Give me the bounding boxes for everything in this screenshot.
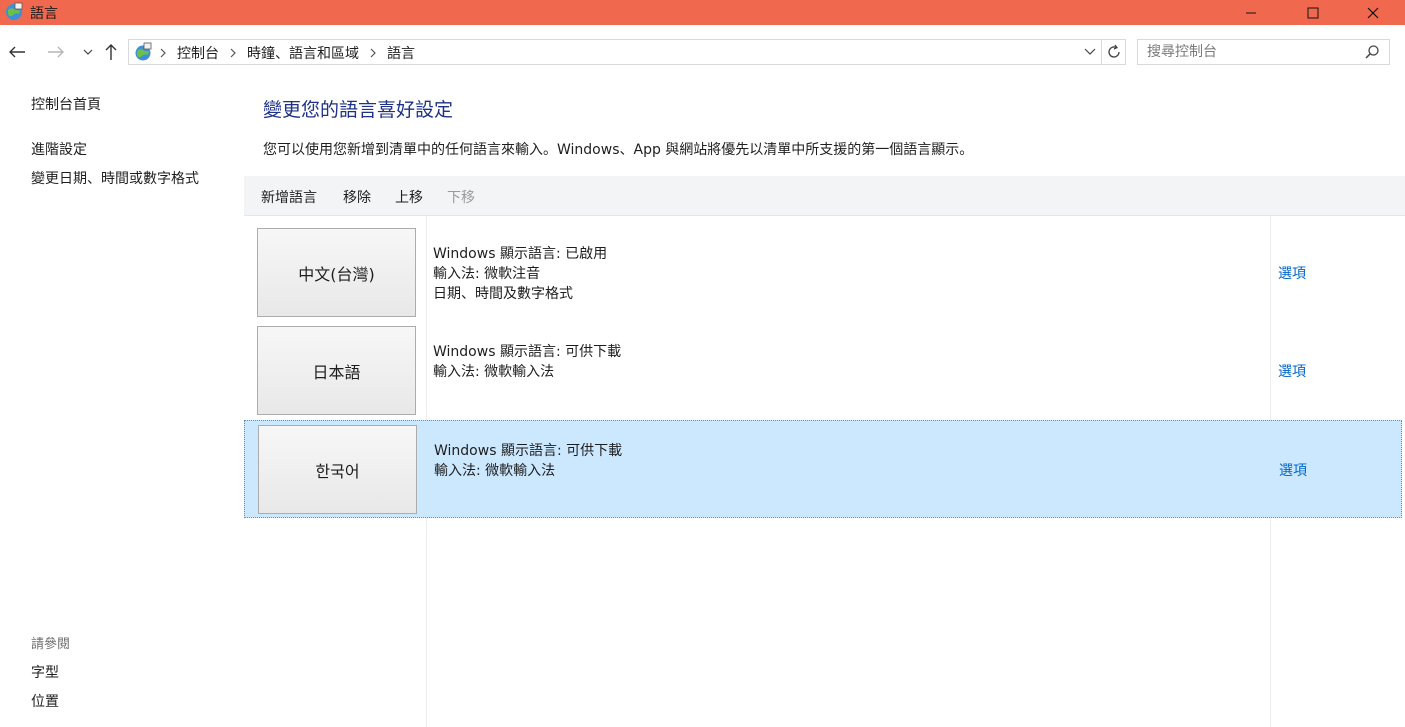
page-description: 您可以使用您新增到清單中的任何語言來輸入。Windows、App 與網站將優先以…: [263, 142, 974, 158]
breadcrumb-item-control-panel[interactable]: 控制台: [177, 43, 219, 63]
search-icon[interactable]: [1364, 44, 1380, 64]
arrow-up-icon: [105, 44, 117, 60]
close-button[interactable]: [1350, 0, 1396, 25]
language-tile[interactable]: 中文(台灣): [257, 228, 416, 317]
language-tile[interactable]: 日本語: [257, 326, 416, 415]
nav-change-date-time-format[interactable]: 變更日期、時間或數字格式: [31, 168, 199, 188]
language-row-ja[interactable]: 日本語 Windows 顯示語言: 可供下載 輸入法: 微軟輸入法 選項: [244, 322, 1402, 420]
chevron-down-icon: [83, 49, 93, 55]
address-bar[interactable]: 控制台 時鐘、語言和區域 語言: [128, 39, 1126, 65]
input-method: 輸入法: 微軟輸入法: [434, 463, 556, 479]
window-title: 語言: [30, 6, 58, 22]
date-time-format: 日期、時間及數字格式: [433, 286, 573, 302]
language-details: Windows 顯示語言: 可供下載 輸入法: 微軟輸入法: [433, 342, 621, 382]
maximize-button[interactable]: [1290, 0, 1336, 25]
page-title: 變更您的語言喜好設定: [263, 99, 454, 121]
forward-button[interactable]: [45, 42, 67, 62]
breadcrumb-item-language[interactable]: 語言: [387, 43, 415, 63]
language-tile[interactable]: 한국어: [258, 425, 417, 514]
breadcrumb: 控制台 時鐘、語言和區域 語言: [157, 43, 415, 63]
language-options-link[interactable]: 選項: [1278, 263, 1306, 283]
add-language-button[interactable]: 新增語言: [261, 187, 317, 207]
display-language-status: Windows 顯示語言: 已啟用: [433, 246, 608, 262]
input-method: 輸入法: 微軟注音: [433, 266, 541, 282]
search-box[interactable]: [1137, 39, 1390, 65]
language-details: Windows 顯示語言: 可供下載 輸入法: 微軟輸入法: [434, 441, 622, 481]
search-input[interactable]: [1138, 40, 1358, 64]
recent-locations-button[interactable]: [77, 42, 99, 62]
move-up-button[interactable]: 上移: [395, 187, 423, 207]
control-panel-icon: [133, 42, 153, 62]
nav-control-panel-home[interactable]: 控制台首頁: [31, 94, 101, 114]
chevron-right-icon[interactable]: [369, 48, 377, 58]
address-dropdown-button[interactable]: [1082, 44, 1098, 60]
minimize-button[interactable]: [1228, 0, 1274, 25]
chevron-down-icon: [1084, 48, 1096, 55]
refresh-icon: [1107, 44, 1120, 58]
control-panel-icon: [4, 2, 24, 22]
language-row-ko[interactable]: 한국어 Windows 顯示語言: 可供下載 輸入法: 微軟輸入法 選項: [244, 420, 1402, 518]
language-options-link[interactable]: 選項: [1278, 361, 1306, 381]
language-list: 中文(台灣) Windows 顯示語言: 已啟用 輸入法: 微軟注音 日期、時間…: [244, 224, 1402, 518]
language-toolbar: 新增語言 移除 上移 下移: [244, 176, 1405, 216]
refresh-button[interactable]: [1101, 40, 1125, 64]
arrow-right-icon: [48, 46, 64, 58]
arrow-left-icon: [9, 46, 25, 58]
see-also-heading: 請參閱: [31, 637, 71, 652]
input-method: 輸入法: 微軟輸入法: [433, 364, 555, 380]
display-language-status: Windows 顯示語言: 可供下載: [433, 344, 622, 360]
nav-location[interactable]: 位置: [31, 691, 59, 711]
breadcrumb-item-clock-language-region[interactable]: 時鐘、語言和區域: [247, 43, 359, 63]
nav-advanced-settings[interactable]: 進階設定: [31, 139, 87, 159]
title-bar: 語言: [0, 0, 1405, 25]
display-language-status: Windows 顯示語言: 可供下載: [434, 443, 623, 459]
move-down-button[interactable]: 下移: [447, 187, 475, 207]
language-details: Windows 顯示語言: 已啟用 輸入法: 微軟注音 日期、時間及數字格式: [433, 244, 607, 304]
up-button[interactable]: [100, 42, 122, 62]
remove-button[interactable]: 移除: [343, 187, 371, 207]
language-row-zh-tw[interactable]: 中文(台灣) Windows 顯示語言: 已啟用 輸入法: 微軟注音 日期、時間…: [244, 224, 1402, 322]
chevron-right-icon[interactable]: [159, 48, 167, 58]
nav-fonts[interactable]: 字型: [31, 662, 59, 682]
language-options-link[interactable]: 選項: [1279, 460, 1307, 480]
back-button[interactable]: [6, 42, 28, 62]
chevron-right-icon[interactable]: [229, 48, 237, 58]
